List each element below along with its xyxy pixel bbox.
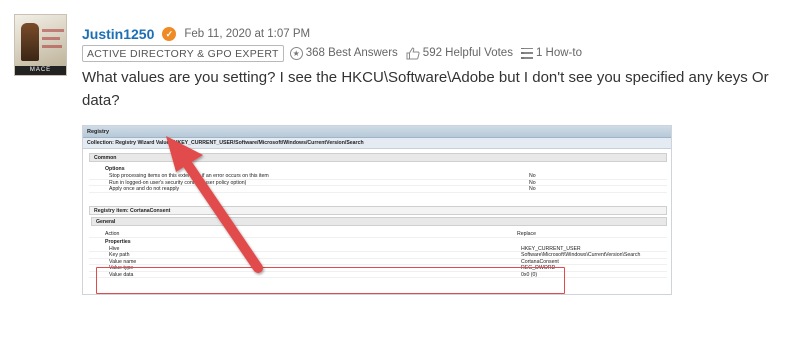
user-stats: ACTIVE DIRECTORY & GPO EXPERT ★ 368 Best… (82, 44, 582, 62)
avatar[interactable]: MACE (14, 14, 67, 76)
avatar-figure (21, 23, 39, 61)
properties-label: Properties (105, 238, 131, 245)
options-label: Options (105, 166, 125, 172)
avatar-decoration (42, 29, 64, 32)
how-to-stat[interactable]: 1 How-to (520, 47, 582, 59)
best-answers-label: 368 Best Answers (305, 47, 398, 59)
screenshot-collection: Collection: Registry Wizard Values/HKEY_… (83, 138, 671, 149)
registry-item-header: Registry item: CortanaConsent (89, 206, 667, 215)
thumbs-up-icon (406, 46, 420, 60)
helpful-votes-stat[interactable]: 592 Helpful Votes (406, 46, 513, 60)
list-icon (520, 47, 533, 59)
general-header: General (91, 217, 667, 226)
post-date[interactable]: Feb 11, 2020 at 1:07 PM (184, 28, 310, 40)
check-badge-icon: ✓ (162, 27, 177, 41)
username-link[interactable]: Justin1250 (82, 26, 154, 42)
expert-badge[interactable]: ACTIVE DIRECTORY & GPO EXPERT (82, 44, 284, 62)
best-answers-stat[interactable]: ★ 368 Best Answers (289, 46, 398, 60)
avatar-caption: MACE (15, 66, 66, 75)
common-header: Common (89, 153, 667, 162)
option-row: Apply once and do not reapply No (89, 186, 667, 193)
annotation-highlight-box (96, 267, 565, 294)
how-to-label: 1 How-to (535, 47, 582, 59)
helpful-votes-label: 592 Helpful Votes (422, 47, 513, 59)
post-header: Justin1250 ✓ Feb 11, 2020 at 1:07 PM (82, 25, 310, 43)
avatar-decoration (42, 37, 60, 40)
post-body: What values are you setting? I see the H… (82, 69, 769, 109)
screenshot-title: Registry (83, 126, 671, 138)
common-section: Common Options Stop processing items on … (89, 153, 667, 193)
avatar-decoration (42, 45, 62, 48)
star-circle-icon: ★ (289, 46, 303, 60)
